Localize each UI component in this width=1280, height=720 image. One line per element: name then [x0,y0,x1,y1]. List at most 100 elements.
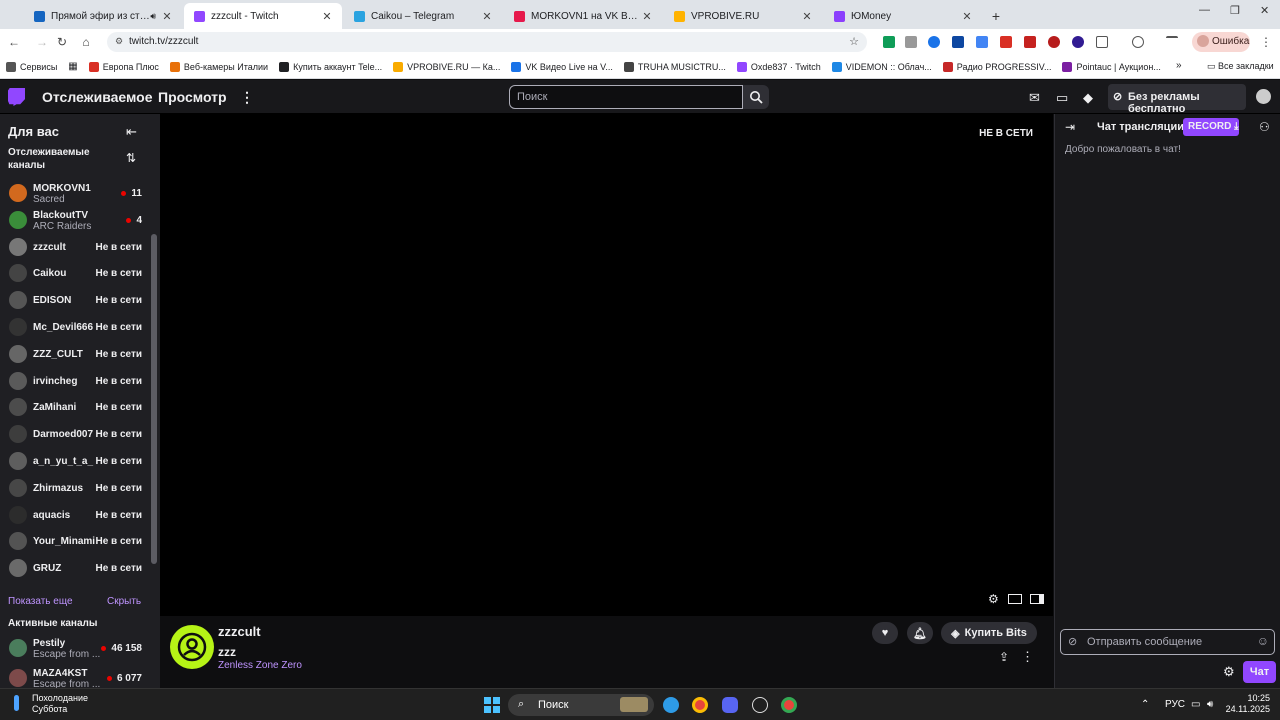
extension-icon[interactable] [952,36,964,48]
user-avatar[interactable] [1256,89,1271,104]
all-bookmarks[interactable]: ▭ Все закладки [1207,61,1274,72]
share-icon[interactable]: ⇪ [999,650,1009,664]
notifications-button[interactable]: 🔔︎ [907,622,933,644]
theatre-mode-icon[interactable] [1008,594,1022,604]
tray-overflow-icon[interactable]: ⌃ [1141,699,1149,710]
bookmark-item[interactable]: Купить аккаунт Tele... [279,61,382,72]
sort-icon[interactable]: ⇅ [126,151,136,165]
sidebar-channel-item[interactable]: Caikou Не в сети [0,261,150,287]
language-indicator[interactable]: РУС [1165,699,1185,710]
tab-audio-icon[interactable]: 🔊︎ [150,11,156,22]
twitch-logo-icon[interactable] [8,88,25,106]
hide-link[interactable]: Скрыть [107,596,141,607]
bookmark-item[interactable]: Веб-камеры Италии [169,61,268,72]
channel-name[interactable]: zzzcult [218,624,261,639]
bookmark-item[interactable]: Oxde837 · Twitch [736,61,821,72]
sidebar-channel-item[interactable]: irvincheg Не в сети [0,369,150,395]
volume-icon[interactable]: 🔊︎ [1207,699,1213,710]
extension-icon[interactable] [1048,36,1060,48]
tab-close-icon[interactable]: ✕ [320,10,334,23]
close-window-icon[interactable]: ✕ [1260,4,1269,17]
sidebar-channel-item[interactable]: aquacis Не в сети [0,503,150,529]
follow-button[interactable]: ♥ [872,622,898,644]
no-ads-button[interactable]: ⊘ Без рекламы бесплатно [1108,84,1246,115]
taskbar-search[interactable]: ⌕ Поиск [508,694,654,716]
network-icon[interactable]: ▭ [1191,699,1200,710]
start-icon[interactable] [484,697,500,713]
emote-icon[interactable]: ☺ [1257,634,1269,648]
browser-tab[interactable]: zzzcult - Twitch ✕ [184,3,342,29]
reload-icon[interactable]: ↻ [50,35,74,49]
send-chat-button[interactable]: Чат [1243,661,1276,683]
bookmark-item[interactable]: TRUHA MUSICTRU... [623,61,726,72]
chrome-icon[interactable] [692,697,708,713]
bookmark-item[interactable]: Сервисы [6,61,57,72]
browser-menu-icon[interactable]: ⋮ [1260,35,1272,49]
chrome-profile-icon[interactable] [781,697,797,713]
sidebar-channel-item[interactable]: zzzcult Не в сети [0,235,150,261]
collapse-sidebar-icon[interactable]: ⇤ [126,124,137,140]
browser-tab[interactable]: Прямой эфир из студии «Ел 🔊︎ ✕ [24,3,182,29]
sidebar-channel-item[interactable]: a_n_yu_t_a_ Не в сети [0,449,150,475]
sidebar-channel-item[interactable]: EDISON Не в сети [0,288,150,314]
browser-tab[interactable]: Caikou – Telegram ✕ [344,3,502,29]
whispers-icon[interactable]: ▭ [1056,90,1068,106]
extension-icon[interactable] [883,36,895,48]
back-icon[interactable]: ← [2,35,26,49]
sidebar-channel-item[interactable]: MORKOVN1 Sacred 11 [0,181,150,207]
extension-icon[interactable] [928,36,940,48]
weather-widget[interactable]: Похолодание Суббота [8,693,88,715]
bookmark-item[interactable]: Радио PROGRESSIV... [942,61,1051,72]
bookmark-item[interactable]: Pointauc | Аукцион... [1062,61,1161,72]
extension-icon[interactable] [905,36,917,48]
bookmark-item[interactable]: VIDEMON :: Облач... [831,61,932,72]
steam-icon[interactable] [752,697,768,713]
users-icon[interactable]: ⚇ [1259,120,1270,134]
settings-icon[interactable]: ⚙ [988,592,1002,606]
fullscreen-icon[interactable] [1030,594,1044,604]
more-options-icon[interactable]: ⋮ [1021,649,1034,665]
browser-tab[interactable]: MORKOVN1 на VK Видео Live ✕ [504,3,662,29]
more-bookmarks-icon[interactable]: » [1176,60,1182,71]
bookmark-item[interactable]: VK Видео Live на V... [511,61,613,72]
search-button[interactable] [743,85,769,109]
pdf-icon[interactable] [1024,36,1036,48]
sidebar-channel-item[interactable]: Your_Minami Не в сети [0,529,150,555]
sidebar-channel-item[interactable]: BlackoutTV ARC Raiders 4 [0,208,150,234]
nav-following[interactable]: Отслеживаемое [42,89,153,105]
chat-message-input[interactable]: ⊘ Отправить сообщение ☺ [1060,629,1275,655]
maximize-icon[interactable]: ❐ [1230,4,1240,17]
record-button[interactable]: RECORD ⤓ [1183,118,1239,136]
nav-browse[interactable]: Просмотр [158,89,227,105]
browser-tab[interactable]: ЮMoney ✕ [824,3,982,29]
bookmark-item[interactable]: VPROBIVE.RU — Ка... [393,61,500,72]
collapse-chat-icon[interactable]: ⇥ [1065,120,1075,134]
profile-error-button[interactable]: Ошибка [1192,32,1250,52]
minimize-icon[interactable]: — [1199,4,1210,16]
game-link[interactable]: Zenless Zone Zero [218,660,302,671]
sidebar-channel-item[interactable]: Zhirmazus Не в сети [0,476,150,502]
sidebar-channel-item[interactable]: GRUZ Не в сети [0,556,150,582]
url-field[interactable]: ⚙ twitch.tv/zzzcult ☆ [107,32,867,52]
bits-icon[interactable]: ◆ [1083,90,1093,106]
buy-bits-button[interactable]: ◈ Купить Bits [941,622,1037,644]
sidebar-channel-item[interactable]: ZaMihani Не в сети [0,395,150,421]
tab-close-icon[interactable]: ✕ [480,10,494,23]
tab-close-icon[interactable]: ✕ [160,10,174,23]
show-more-link[interactable]: Показать еще [8,596,73,607]
inbox-icon[interactable]: ✉ [1029,90,1040,106]
sidebar-channel-item[interactable]: Darmoed007 Не в сети [0,422,150,448]
reading-list-icon[interactable] [1166,36,1178,48]
video-player[interactable]: НЕ В СЕТИ ⚙ [160,114,1053,616]
active-channel-item[interactable]: Pestily Escape from ... 46 158 [0,636,150,662]
system-clock[interactable]: 10:25 24.11.2025 [1220,693,1270,715]
apps-grid-icon[interactable]: ▦ [68,61,77,72]
home-icon[interactable]: ⌂ [74,35,98,49]
tab-close-icon[interactable]: ✕ [800,10,814,23]
tab-close-icon[interactable]: ✕ [640,10,654,23]
tab-close-icon[interactable]: ✕ [960,10,974,23]
sidebar-scrollbar[interactable] [151,234,157,564]
site-info-icon[interactable]: ⚙ [115,36,123,47]
browser-tab[interactable]: VPROBIVE.RU ✕ [664,3,822,29]
media-icon[interactable] [1132,36,1144,48]
